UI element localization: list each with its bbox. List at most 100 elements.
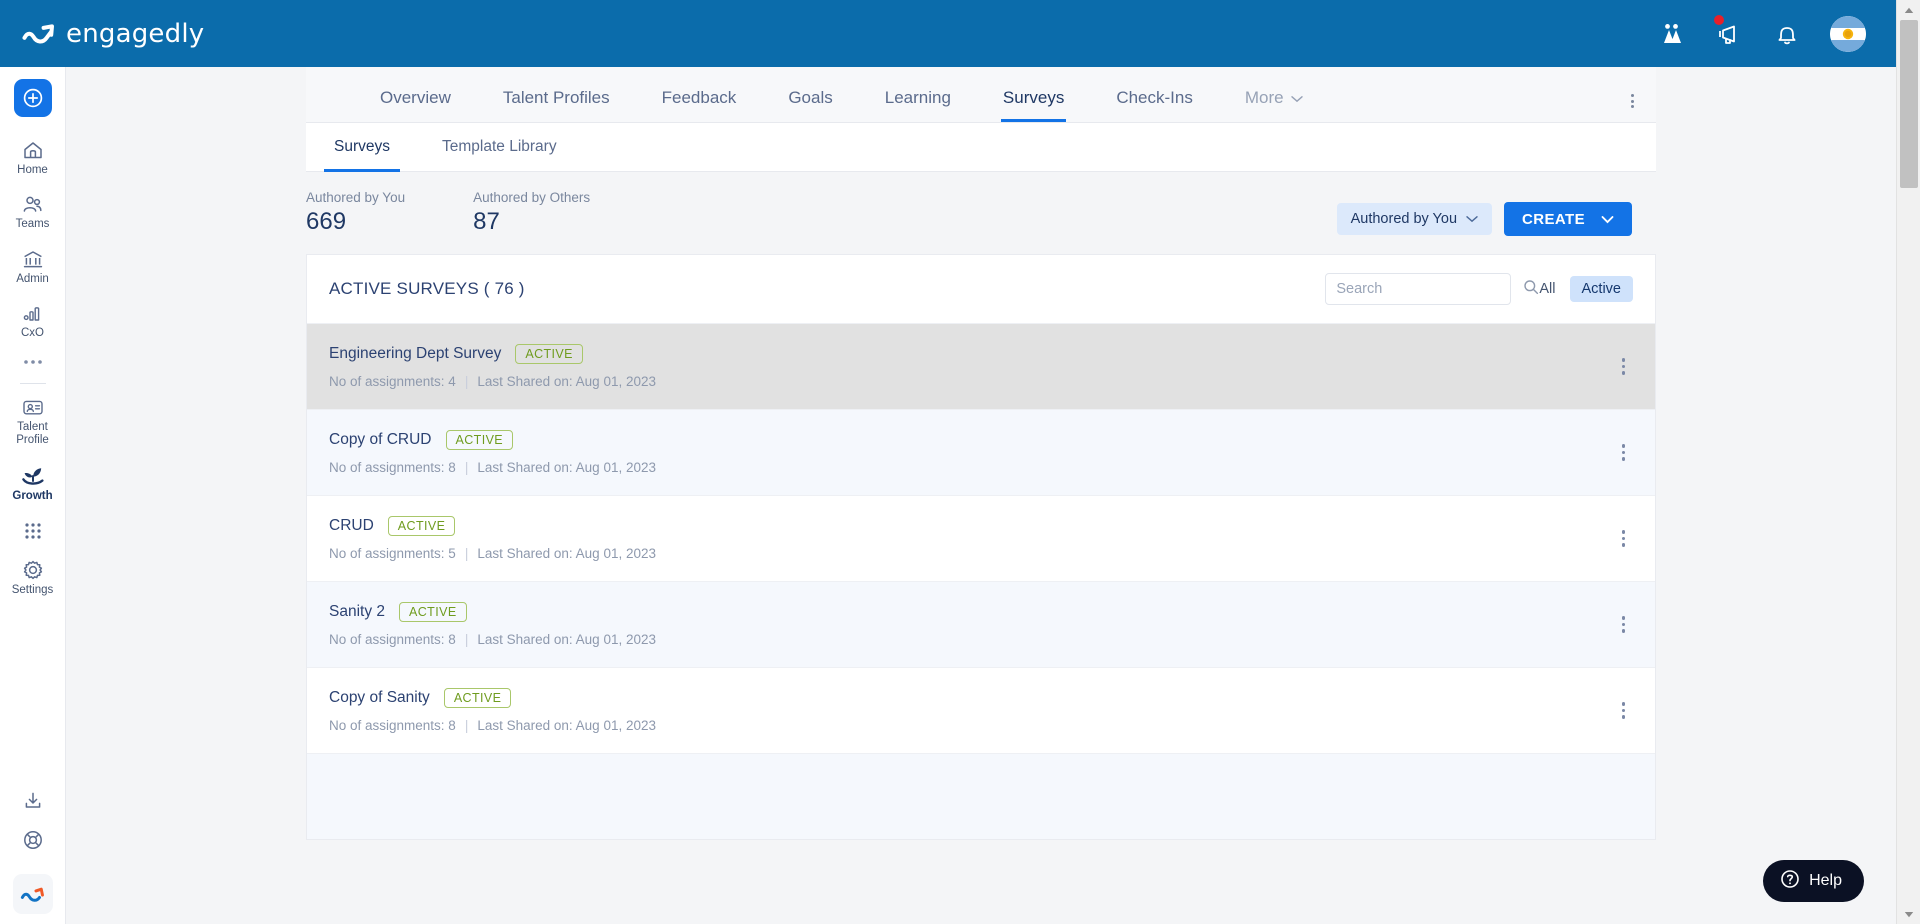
sidebar-download-icon[interactable]	[0, 781, 66, 820]
avatar[interactable]	[1830, 15, 1866, 52]
help-button-label: Help	[1809, 872, 1842, 889]
assignments-count: No of assignments: 4	[329, 374, 456, 390]
meta-separator: |	[464, 374, 469, 390]
tab-check-ins[interactable]: Check-Ins	[1090, 88, 1219, 122]
left-sidebar: Home Teams Admin CxO Talent Profile Grow…	[0, 67, 66, 924]
row-meta: No of assignments: 5 | Last Shared on: A…	[329, 546, 656, 561]
teams-people-icon[interactable]	[1656, 19, 1686, 49]
row-header: CRUD ACTIVE	[329, 515, 656, 537]
table-row[interactable]: Sanity 2 ACTIVE No of assignments: 8 | L…	[307, 581, 1655, 667]
row-header: Engineering Dept Survey ACTIVE	[329, 343, 656, 365]
subtab-template-library[interactable]: Template Library	[416, 123, 583, 172]
table-row[interactable]: Copy of Sanity ACTIVE No of assignments:…	[307, 667, 1655, 753]
row-content: Copy of CRUD ACTIVE No of assignments: 8…	[329, 429, 656, 475]
module-nav: Overview Talent Profiles Feedback Goals …	[306, 67, 1656, 123]
sidebar-item-home[interactable]: Home	[0, 131, 66, 186]
sidebar-item-label: Talent Profile	[16, 421, 49, 446]
help-button[interactable]: Help	[1763, 860, 1864, 902]
row-meta: No of assignments: 8 | Last Shared on: A…	[329, 632, 656, 647]
sidebar-add-button[interactable]	[13, 79, 52, 117]
row-content: Copy of Sanity ACTIVE No of assignments:…	[329, 687, 656, 733]
sidebar-item-admin[interactable]: Admin	[0, 240, 66, 295]
row-meta: No of assignments: 8 | Last Shared on: A…	[329, 718, 656, 733]
sidebar-more-dots-icon[interactable]	[0, 349, 66, 375]
search-input[interactable]	[1336, 281, 1524, 297]
row-content: Engineering Dept Survey ACTIVE No of ass…	[329, 343, 656, 390]
brand-name: engagedly	[66, 18, 205, 49]
notification-dot	[1714, 14, 1724, 25]
assignments-count: No of assignments: 8	[329, 718, 456, 734]
filter-active-button[interactable]: Active	[1569, 276, 1633, 302]
table-row[interactable]: CRUD ACTIVE No of assignments: 5 | Last …	[307, 495, 1655, 581]
row-overflow-menu[interactable]	[1614, 350, 1634, 383]
meta-separator: |	[464, 718, 469, 734]
assignments-count: No of assignments: 8	[329, 460, 456, 476]
sidebar-lifering-support-icon[interactable]	[0, 820, 66, 860]
tab-learning[interactable]: Learning	[859, 88, 977, 122]
page-scrollbar[interactable]	[1896, 0, 1920, 924]
tab-more-label: More	[1244, 88, 1284, 107]
last-shared-date: Last Shared on: Aug 01, 2023	[477, 546, 656, 562]
tab-goals[interactable]: Goals	[762, 88, 858, 122]
sidebar-item-teams[interactable]: Teams	[0, 186, 66, 240]
page-title: ACTIVE SURVEYS ( 76 )	[329, 279, 525, 298]
row-overflow-menu[interactable]	[1614, 522, 1634, 555]
engagedly-logo-mark[interactable]	[12, 874, 53, 914]
sidebar-item-growth[interactable]: Growth	[0, 456, 66, 512]
filter-all-button[interactable]: All	[1527, 276, 1567, 302]
stat-label: Authored by You	[306, 190, 406, 205]
active-surveys-card: ACTIVE SURVEYS ( 76 ) All Active	[306, 254, 1656, 840]
sidebar-item-label: Settings	[11, 584, 54, 596]
sidebar-apps-grid-icon[interactable]	[0, 512, 66, 550]
list-controls: All Active	[1325, 273, 1633, 305]
author-filter-dropdown[interactable]: Authored by You	[1336, 203, 1493, 235]
tab-more[interactable]: More	[1219, 88, 1329, 122]
stat-authored-by-others: Authored by Others 87	[473, 190, 590, 236]
row-content: Sanity 2 ACTIVE No of assignments: 8 | L…	[329, 601, 656, 647]
table-row[interactable]: Engineering Dept Survey ACTIVE No of ass…	[307, 323, 1655, 409]
table-row[interactable]: Copy of CRUD ACTIVE No of assignments: 8…	[307, 409, 1655, 495]
chevron-down-icon	[1290, 88, 1303, 108]
create-button[interactable]: CREATE	[1504, 202, 1632, 236]
brand-logo[interactable]: engagedly	[22, 19, 204, 49]
row-meta: No of assignments: 8 | Last Shared on: A…	[329, 460, 656, 475]
search-box[interactable]	[1325, 273, 1539, 305]
sidebar-item-label: Home	[17, 164, 48, 176]
top-bar-actions	[1656, 14, 1866, 52]
status-badge: ACTIVE	[399, 601, 467, 623]
subtab-surveys[interactable]: Surveys	[308, 123, 416, 172]
survey-name: CRUD	[329, 517, 374, 534]
survey-name: Copy of Sanity	[329, 689, 430, 706]
sidebar-divider	[19, 383, 46, 384]
scrollbar-thumb[interactable]	[1900, 20, 1918, 188]
scroll-down-arrow-icon[interactable]	[1897, 904, 1920, 924]
scroll-up-arrow-icon[interactable]	[1897, 0, 1920, 20]
tab-surveys[interactable]: Surveys	[977, 88, 1090, 122]
row-overflow-menu[interactable]	[1614, 694, 1634, 727]
author-filter-label: Authored by You	[1350, 211, 1458, 227]
sidebar-item-cxo[interactable]: CxO	[0, 295, 66, 349]
row-header: Sanity 2 ACTIVE	[329, 601, 656, 623]
tab-talent-profiles[interactable]: Talent Profiles	[477, 88, 636, 122]
sidebar-item-label: CxO	[21, 327, 44, 339]
status-badge: ACTIVE	[387, 515, 456, 537]
row-header: Copy of Sanity ACTIVE	[329, 687, 656, 709]
assignments-count: No of assignments: 8	[329, 632, 456, 648]
active-surveys-header: ACTIVE SURVEYS ( 76 ) All Active	[307, 255, 1655, 323]
table-row-partial[interactable]	[307, 753, 1655, 839]
row-content: CRUD ACTIVE No of assignments: 5 | Last …	[329, 515, 656, 561]
last-shared-date: Last Shared on: Aug 01, 2023	[477, 632, 656, 648]
sidebar-item-label: Admin	[16, 273, 49, 285]
tab-feedback[interactable]: Feedback	[636, 88, 763, 122]
bell-icon[interactable]	[1772, 19, 1802, 49]
tab-overview[interactable]: Overview	[354, 88, 477, 122]
sidebar-item-settings[interactable]: Settings	[0, 550, 66, 606]
megaphone-icon[interactable]	[1714, 14, 1744, 49]
row-overflow-menu[interactable]	[1614, 436, 1634, 469]
sidebar-item-label: Growth	[12, 490, 53, 502]
sidebar-item-talent-profile[interactable]: Talent Profile	[0, 388, 66, 456]
row-overflow-menu[interactable]	[1614, 608, 1634, 641]
meta-separator: |	[464, 546, 469, 562]
module-nav-overflow-menu[interactable]	[1631, 94, 1634, 108]
survey-name: Engineering Dept Survey	[329, 345, 502, 362]
